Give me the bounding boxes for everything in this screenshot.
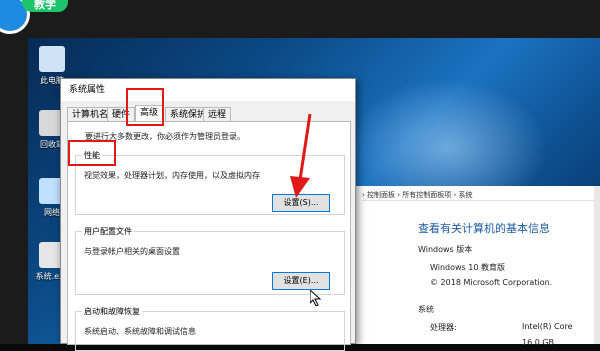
- processor-value: Intel(R) Core: [522, 322, 573, 331]
- performance-description: 视觉效果，处理器计划，内存使用，以及虚拟内存: [84, 171, 260, 180]
- monitor-frame: 教学 此电脑 回收站 网络 系统.exe › 控制面板 › 所有控制面板项 › …: [0, 0, 600, 351]
- startup-recovery-group: 启动和故障恢复 系统启动、系统故障和调试信息: [75, 306, 345, 351]
- scrollbar[interactable]: [594, 186, 600, 344]
- dialog-title: 系统属性: [61, 79, 355, 101]
- user-profiles-settings-button[interactable]: 设置(E)...: [272, 272, 330, 290]
- control-panel-window: › 控制面板 › 所有控制面板项 › 系统 查看有关计算机的基本信息 Windo…: [356, 186, 600, 347]
- processor-label: 处理器:: [430, 323, 457, 332]
- user-profiles-group: 用户配置文件 与登录帐户相关的桌面设置 设置(E)...: [75, 226, 345, 295]
- tutorial-badge: 教学: [22, 0, 68, 12]
- divider: [362, 200, 600, 201]
- user-profiles-title: 用户配置文件: [82, 226, 134, 237]
- mouse-cursor-icon: [310, 290, 322, 306]
- tab-remote[interactable]: 远程: [203, 107, 232, 121]
- ram-value: 16.0 GB: [522, 338, 555, 347]
- breadcrumb[interactable]: › 控制面板 › 所有控制面板项 › 系统: [362, 190, 473, 200]
- computer-icon: [39, 46, 65, 72]
- red-arrow-icon: [290, 113, 312, 198]
- edition-value: Windows 10 教育版: [430, 263, 505, 272]
- system-label: 系统: [418, 305, 434, 314]
- performance-highlight: [68, 140, 116, 166]
- page-title: 查看有关计算机的基本信息: [418, 222, 550, 235]
- user-profiles-description: 与登录帐户相关的桌面设置: [84, 247, 180, 256]
- advanced-tab-highlight: [126, 88, 164, 126]
- startup-recovery-description: 系统启动、系统故障和调试信息: [84, 327, 196, 336]
- copyright-text: © 2018 Microsoft Corporation.: [430, 278, 553, 287]
- startup-recovery-title: 启动和故障恢复: [82, 306, 142, 317]
- windows-edition-label: Windows 版本: [418, 245, 473, 254]
